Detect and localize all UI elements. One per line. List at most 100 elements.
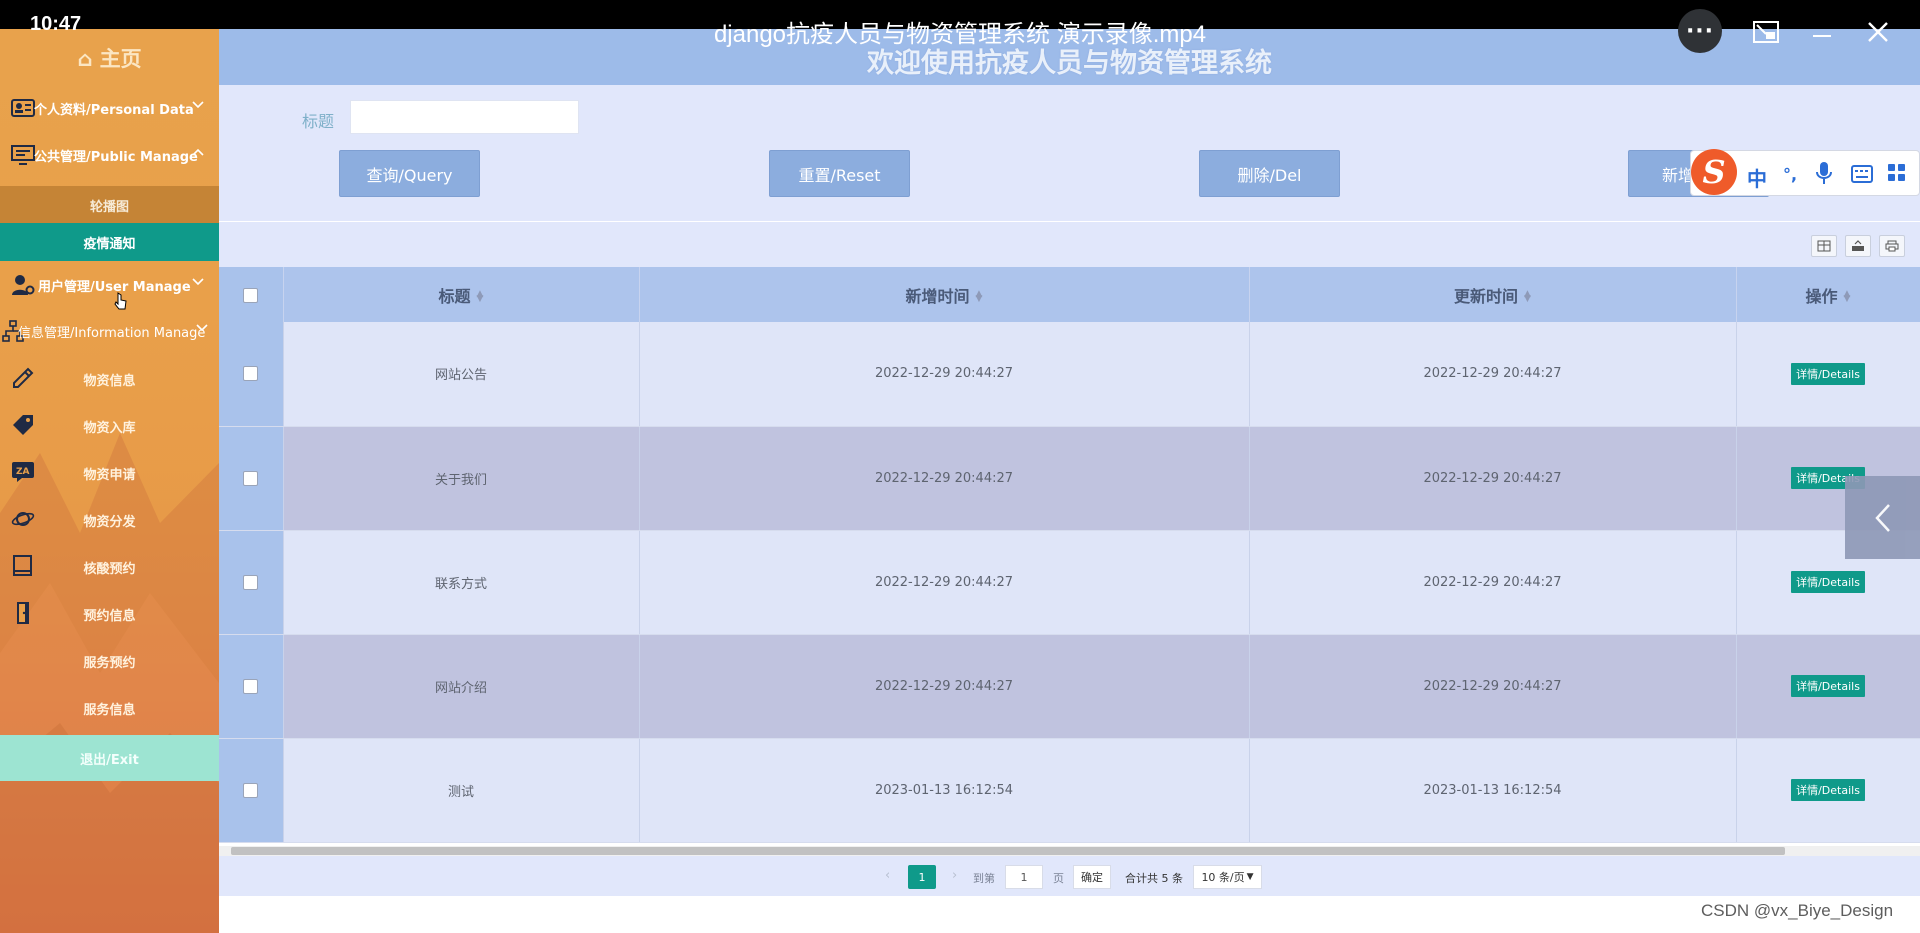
columns-button[interactable] <box>1811 235 1837 257</box>
horizontal-scrollbar[interactable] <box>219 846 1920 856</box>
header: 欢迎使用抗疫人员与物资管理系统 <box>219 29 1920 85</box>
row-checkbox-cell <box>219 634 284 739</box>
details-button[interactable]: 详情/Details <box>1791 675 1865 697</box>
side-panel-handle[interactable] <box>1845 476 1920 559</box>
cell-title: 网站介绍 <box>283 634 640 739</box>
row-checkbox[interactable] <box>243 678 259 694</box>
microphone-icon[interactable] <box>1815 161 1833 190</box>
ime-lang-toggle[interactable]: 中 <box>1747 163 1767 192</box>
apps-grid-icon[interactable] <box>1887 163 1907 188</box>
row-checkbox[interactable] <box>243 782 259 798</box>
page-title: 欢迎使用抗疫人员与物资管理系统 <box>867 48 1272 79</box>
more-options-button[interactable]: ··· <box>1678 9 1722 53</box>
sidebar-group-user-manage[interactable]: 用户管理/User Manage <box>0 262 219 308</box>
cell-action: 详情/Details <box>1736 738 1920 843</box>
details-button[interactable]: 详情/Details <box>1791 779 1865 801</box>
sidebar-group-label: 公共管理/Public Manage <box>34 149 198 165</box>
sidebar-group-public-manage[interactable]: 公共管理/Public Manage <box>0 132 219 178</box>
sort-icon: ▲ ▼ <box>1843 289 1851 304</box>
sidebar-item-supply-request[interactable]: ZA 物资申请 <box>0 449 219 495</box>
print-button[interactable] <box>1879 235 1905 257</box>
page-unit-label: 页 <box>1053 872 1064 885</box>
search-label: 标题 <box>302 112 335 131</box>
cell-updated: 2022-12-29 20:44:27 <box>1249 322 1737 427</box>
sidebar-item-nucleic-booking[interactable]: 核酸预约 <box>0 543 219 589</box>
minimize-button[interactable] <box>1802 12 1842 52</box>
query-button[interactable]: 查询/Query <box>339 150 480 197</box>
close-icon <box>1868 22 1888 42</box>
select-all-checkbox[interactable] <box>243 288 259 303</box>
goto-confirm-button[interactable]: 确定 <box>1073 865 1111 889</box>
sidebar-item-supply-distribution[interactable]: 物资分发 <box>0 496 219 542</box>
cell-updated: 2022-12-29 20:44:27 <box>1249 530 1737 635</box>
sidebar: ⌂ 主页 个人资料/Personal Data 公共管理/Public Mana… <box>0 29 219 933</box>
column-header-label: 新增时间 <box>905 286 970 306</box>
table-row: 联系方式 2022-12-29 20:44:27 2022-12-29 20:4… <box>219 530 1920 635</box>
print-icon <box>1885 240 1899 252</box>
sidebar-group-label: 个人资料/Personal Data <box>34 102 194 118</box>
column-header-action[interactable]: 操作 ▲ ▼ <box>1736 267 1920 322</box>
column-header-created[interactable]: 新增时间 ▲ ▼ <box>639 267 1250 322</box>
row-checkbox[interactable] <box>243 574 259 590</box>
sidebar-group-personal-data[interactable]: 个人资料/Personal Data <box>0 85 219 131</box>
video-player-bar <box>0 0 1920 29</box>
details-button[interactable]: 详情/Details <box>1791 362 1865 385</box>
export-button[interactable] <box>1845 235 1871 257</box>
sidebar-item-carousel[interactable]: 轮播图 <box>0 186 219 224</box>
prev-page-icon[interactable]: ‹ <box>885 868 890 883</box>
chevron-down-icon <box>192 278 204 286</box>
sidebar-item-service-info[interactable]: 服务信息 <box>0 684 219 730</box>
row-checkbox[interactable] <box>243 366 259 382</box>
more-icon: ··· <box>1685 18 1715 44</box>
sidebar-item-epidemic-notice[interactable]: 疫情通知 <box>0 223 219 261</box>
page-size-select[interactable]: 10 条/页 ▼ <box>1193 865 1262 889</box>
sort-icon: ▲ ▼ <box>476 289 484 304</box>
details-button[interactable]: 详情/Details <box>1791 571 1865 593</box>
goto-label: 到第 <box>973 872 995 885</box>
close-button[interactable] <box>1858 12 1898 52</box>
table-row: 关于我们 2022-12-29 20:44:27 2022-12-29 20:4… <box>219 426 1920 531</box>
sidebar-group-information-manage[interactable]: 信息管理/Information Manage <box>0 308 219 354</box>
column-header-title[interactable]: 标题 ▲ ▼ <box>283 267 640 322</box>
search-input[interactable] <box>350 100 579 134</box>
table-row: 网站介绍 2022-12-29 20:44:27 2022-12-29 20:4… <box>219 634 1920 739</box>
reset-button[interactable]: 重置/Reset <box>769 150 910 197</box>
pip-icon <box>1753 21 1779 43</box>
next-page-icon[interactable]: › <box>952 868 957 883</box>
sidebar-item-label: 服务预约 <box>83 656 136 671</box>
sogou-logo-icon[interactable]: S <box>1691 149 1737 195</box>
sidebar-item-label: 物资申请 <box>83 468 136 483</box>
scrollbar-thumb[interactable] <box>231 847 1785 855</box>
sidebar-item-label: 预约信息 <box>83 609 136 624</box>
chevron-up-icon <box>192 148 204 156</box>
delete-button[interactable]: 删除/Del <box>1199 150 1340 197</box>
cell-updated: 2023-01-13 16:12:54 <box>1249 738 1737 843</box>
page-size-value: 10 条/页 <box>1201 871 1245 884</box>
profile-card-icon <box>10 95 36 121</box>
picture-in-picture-button[interactable] <box>1746 12 1786 52</box>
goto-page-input[interactable]: 1 <box>1005 865 1043 889</box>
sidebar-item-supply-info[interactable]: 物资信息 <box>0 355 219 401</box>
keyboard-icon[interactable] <box>1851 164 1873 188</box>
exit-button[interactable]: 退出/Exit <box>0 735 219 781</box>
sidebar-home[interactable]: ⌂ 主页 <box>0 43 219 73</box>
cell-created: 2023-01-13 16:12:54 <box>639 738 1250 843</box>
sidebar-item-supply-stock-in[interactable]: 物资入库 <box>0 402 219 448</box>
row-checkbox-cell <box>219 530 284 635</box>
sort-icon: ▲ ▼ <box>975 289 983 304</box>
sidebar-item-booking-info[interactable]: 预约信息 <box>0 590 219 636</box>
row-checkbox[interactable] <box>243 470 259 486</box>
search-area: 标题 查询/Query 重置/Reset 删除/Del 新增 <box>219 85 1920 221</box>
main-content: 欢迎使用抗疫人员与物资管理系统 标题 查询/Query 重置/Reset 删除/… <box>219 29 1920 933</box>
row-checkbox-cell <box>219 426 284 531</box>
ime-toolbar: S 中 °, <box>1690 149 1920 196</box>
current-page[interactable]: 1 <box>908 865 936 889</box>
row-checkbox-cell <box>219 322 284 427</box>
user-gear-icon <box>10 272 36 298</box>
sidebar-item-service-booking[interactable]: 服务预约 <box>0 637 219 683</box>
total-count: 合计共 5 条 <box>1125 872 1183 885</box>
cell-title: 关于我们 <box>283 426 640 531</box>
pagination: ‹ 1 › 到第 1 页 确定 合计共 5 条 10 条/页 ▼ <box>219 856 1920 896</box>
ime-punct-toggle[interactable]: °, <box>1783 165 1797 184</box>
column-header-updated[interactable]: 更新时间 ▲ ▼ <box>1249 267 1737 322</box>
